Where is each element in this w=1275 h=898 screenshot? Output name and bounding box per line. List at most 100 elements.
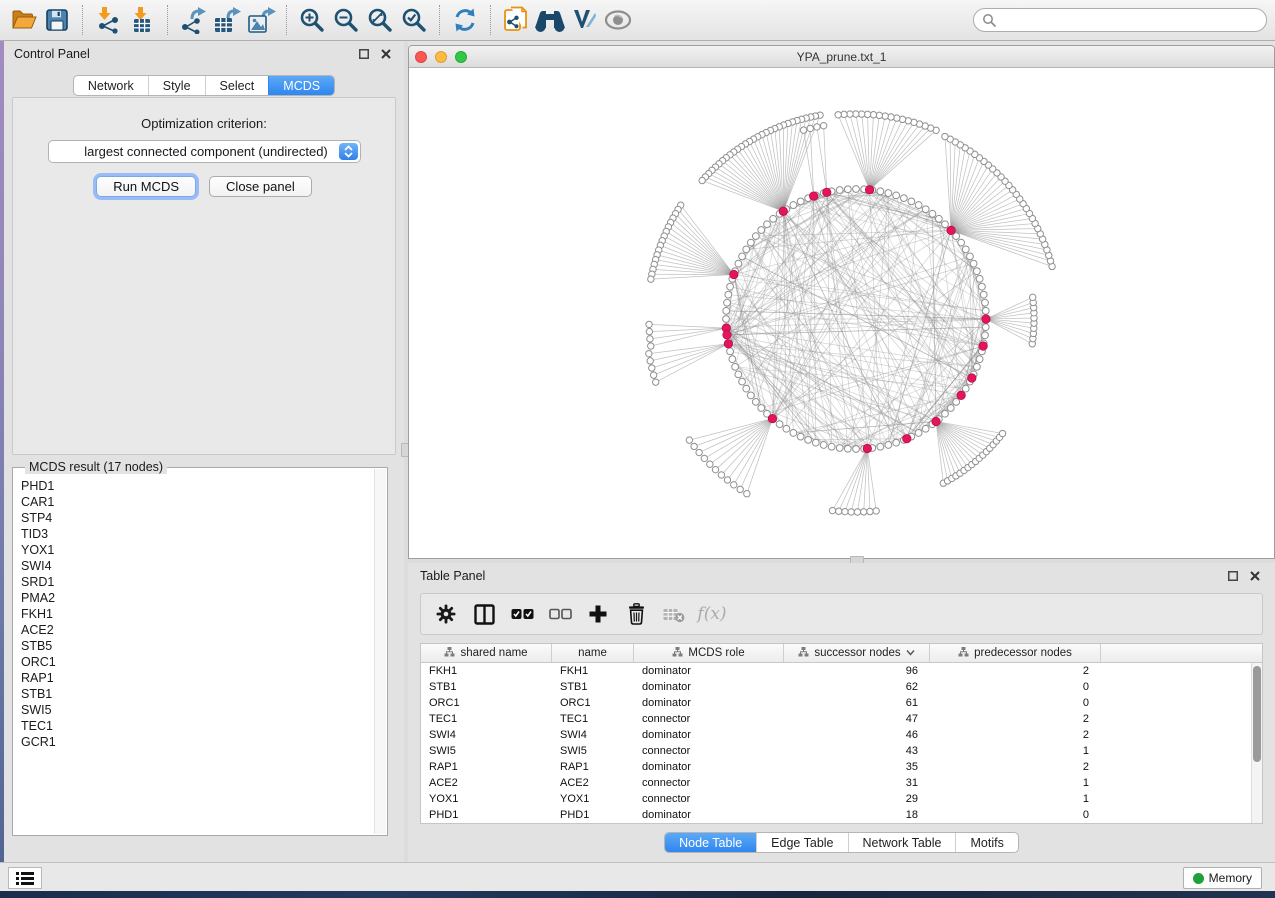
cell-successor_nodes: 35 [784,761,930,773]
table-row[interactable]: SWI4SWI4dominator462 [421,727,1262,743]
float-panel-icon[interactable] [356,46,372,62]
cell-name: YOX1 [552,793,634,805]
table-row[interactable]: PHD1PHD1dominator180 [421,807,1262,823]
select-all-checked-icon[interactable] [509,601,535,627]
mcds-result-item[interactable]: STB1 [21,686,387,702]
table-row[interactable]: FKH1FKH1dominator962 [421,663,1262,679]
export-network-icon[interactable] [176,4,210,36]
export-table-icon[interactable] [210,4,244,36]
mcds-result-item[interactable]: TID3 [21,526,387,542]
cell-shared_name: FKH1 [421,665,552,677]
close-panel-icon[interactable] [378,46,394,62]
cell-shared_name: TEC1 [421,713,552,725]
close-panel-icon[interactable] [1247,568,1263,584]
cell-successor_nodes: 46 [784,729,930,741]
sort-chevron-icon[interactable] [906,647,915,659]
memory-button[interactable]: Memory [1183,867,1262,889]
mcds-result-item[interactable]: FKH1 [21,606,387,622]
table-tab-motifs[interactable]: Motifs [955,833,1017,852]
mcds-result-item[interactable]: SWI4 [21,558,387,574]
mcds-result-item[interactable]: RAP1 [21,670,387,686]
table-row[interactable]: YOX1YOX1connector291 [421,791,1262,807]
table-row[interactable]: ACE2ACE2connector311 [421,775,1262,791]
table-tab-node-table[interactable]: Node Table [665,833,756,852]
column-header-name[interactable]: name [552,644,634,662]
column-header-shared-name[interactable]: shared name [421,644,552,662]
table-tab-network-table[interactable]: Network Table [848,833,956,852]
zoom-out-icon[interactable] [329,4,363,36]
cell-shared_name: SWI4 [421,729,552,741]
deselect-all-unchecked-icon[interactable] [547,601,573,627]
cell-mcds_role: dominator [634,697,784,709]
tab-mcds[interactable]: MCDS [268,76,334,95]
tab-style[interactable]: Style [148,76,205,95]
table-row[interactable]: RAP1RAP1dominator352 [421,759,1262,775]
status-bar: Memory [0,862,1275,891]
cell-mcds_role: dominator [634,761,784,773]
column-header-MCDS-role[interactable]: MCDS role [634,644,784,662]
cell-predecessor_nodes: 2 [930,761,1101,773]
network-graph-canvas[interactable] [409,68,1274,559]
zoom-fit-icon[interactable] [363,4,397,36]
mcds-result-item[interactable]: PHD1 [21,478,387,494]
close-panel-button[interactable]: Close panel [209,176,312,197]
cell-shared_name: STB1 [421,681,552,693]
import-table-icon[interactable] [125,4,159,36]
binoculars-search-icon[interactable] [533,4,567,36]
mcds-result-item[interactable]: TEC1 [21,718,387,734]
mcds-result-item[interactable]: ACE2 [21,622,387,638]
column-header-predecessor-nodes[interactable]: predecessor nodes [930,644,1101,662]
mcds-result-item[interactable]: PMA2 [21,590,387,606]
run-mcds-button[interactable]: Run MCDS [96,176,196,197]
export-image-icon[interactable] [244,4,278,36]
add-column-plus-icon[interactable] [585,601,611,627]
delete-table-disabled-icon [661,601,687,627]
scrollbar-thumb[interactable] [1253,666,1261,762]
table-settings-gear-icon[interactable] [433,601,459,627]
mcds-result-item[interactable]: GCR1 [21,734,387,750]
cell-name: SWI4 [552,729,634,741]
mcds-result-item[interactable]: ORC1 [21,654,387,670]
mcds-result-item[interactable]: STP4 [21,510,387,526]
table-scrollbar[interactable] [1251,663,1262,823]
save-session-icon[interactable] [40,4,74,36]
mcds-result-title: MCDS result (17 nodes) [25,460,167,474]
column-header-successor-nodes[interactable]: successor nodes [784,644,930,662]
eye-preview-icon[interactable] [601,4,635,36]
mcds-result-list: PHD1CAR1STP4TID3YOX1SWI4SRD1PMA2FKH1ACE2… [13,468,387,750]
delete-column-trash-icon[interactable] [623,601,649,627]
table-panel: Table Panel f(x) shared namenameMCDS rol… [408,563,1275,862]
visual-style-icon[interactable] [567,4,601,36]
criterion-dropdown[interactable]: largest connected component (undirected) [48,140,361,163]
mcds-result-item[interactable]: YOX1 [21,542,387,558]
optimization-criterion-label: Optimization criterion: [13,116,395,131]
table-row[interactable]: STB1STB1dominator620 [421,679,1262,695]
network-document-icon[interactable] [499,4,533,36]
open-session-icon[interactable] [6,4,40,36]
global-search[interactable] [973,8,1267,32]
table-row[interactable]: TEC1TEC1connector472 [421,711,1262,727]
tab-network[interactable]: Network [74,76,148,95]
table-row[interactable]: SWI5SWI5connector431 [421,743,1262,759]
mcds-result-item[interactable]: CAR1 [21,494,387,510]
search-input[interactable] [996,10,1266,30]
mcds-result-item[interactable]: STB5 [21,638,387,654]
table-tab-edge-table[interactable]: Edge Table [756,833,847,852]
leaf-nodes-group[interactable] [646,111,1056,515]
search-icon [982,13,996,27]
show-columns-icon[interactable] [471,601,497,627]
float-panel-icon[interactable] [1225,568,1241,584]
cell-mcds_role: connector [634,745,784,757]
zoom-in-icon[interactable] [295,4,329,36]
mcds-result-item[interactable]: SWI5 [21,702,387,718]
tab-select[interactable]: Select [205,76,269,95]
zoom-selected-icon[interactable] [397,4,431,36]
refresh-view-icon[interactable] [448,4,482,36]
task-history-button[interactable] [8,867,42,889]
result-scrollbar[interactable] [374,469,386,834]
network-window-titlebar[interactable]: YPA_prune.txt_1 [409,46,1274,68]
table-row[interactable]: ORC1ORC1dominator610 [421,695,1262,711]
mcds-result-item[interactable]: SRD1 [21,574,387,590]
cell-predecessor_nodes: 0 [930,681,1101,693]
import-network-icon[interactable] [91,4,125,36]
